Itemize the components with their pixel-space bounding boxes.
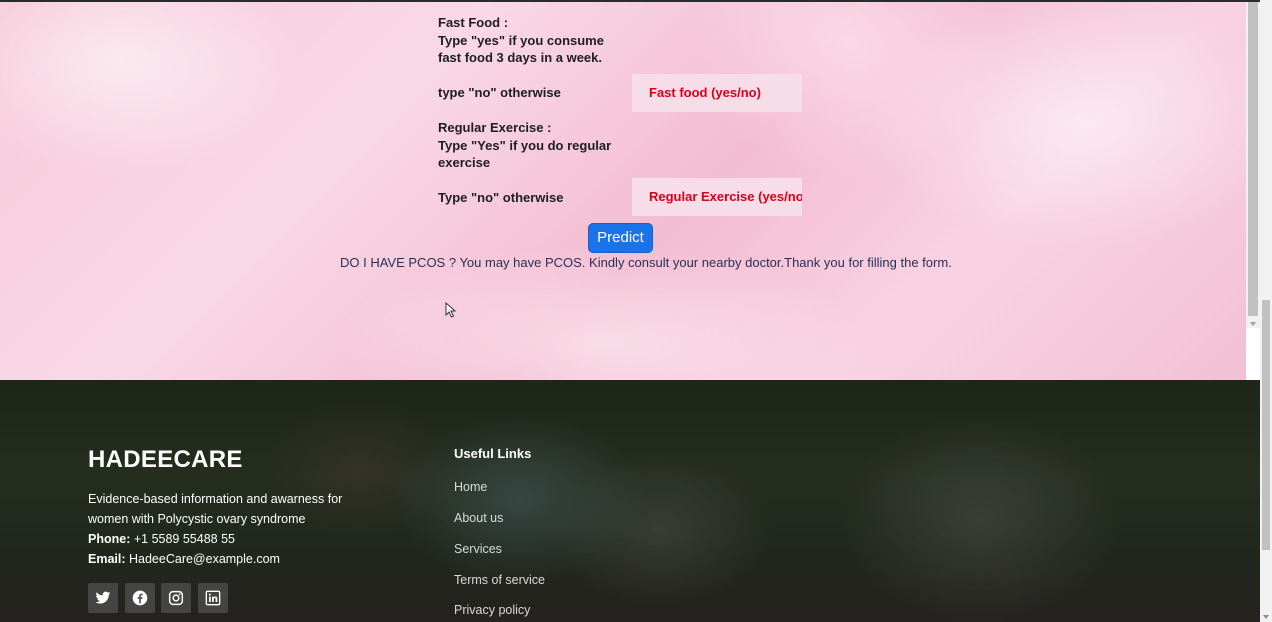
instagram-button[interactable] — [161, 583, 191, 613]
mouse-cursor-icon — [445, 302, 457, 318]
footer-description: Evidence-based information and awarness … — [88, 492, 343, 526]
footer-email: Email: HadeeCare@example.com — [88, 549, 280, 569]
regular-exercise-otherwise-label: Type "no" otherwise — [438, 190, 564, 205]
footer-phone: Phone: +1 5589 55488 55 — [88, 529, 235, 549]
regular-exercise-label: Regular Exercise : Type "Yes" if you do … — [438, 120, 612, 170]
content-scrollbar-thumb[interactable] — [1248, 2, 1258, 316]
email-label: Email: — [88, 552, 126, 566]
facebook-icon — [132, 590, 148, 606]
twitter-icon — [95, 591, 111, 604]
footer-link-home[interactable]: Home — [454, 480, 487, 494]
twitter-button[interactable] — [88, 583, 118, 613]
page-scroll-down-arrow-icon[interactable] — [1263, 615, 1269, 619]
fast-food-otherwise-label: type "no" otherwise — [438, 85, 561, 100]
footer: HADEECARE Evidence-based information and… — [0, 380, 1260, 622]
page-scrollbar[interactable] — [1260, 0, 1272, 622]
page-scrollbar-thumb[interactable] — [1262, 300, 1270, 550]
facebook-button[interactable] — [125, 583, 155, 613]
prediction-result-text: DO I HAVE PCOS ? You may have PCOS. Kind… — [340, 255, 952, 270]
fast-food-label: Fast Food : Type "yes" if you consume fa… — [438, 15, 604, 65]
footer-brand: HADEECARE — [88, 446, 243, 473]
linkedin-button[interactable] — [198, 583, 228, 613]
phone-label: Phone: — [88, 532, 131, 546]
footer-link-services[interactable]: Services — [454, 542, 502, 556]
fast-food-input[interactable]: Fast food (yes/no) — [632, 74, 802, 112]
linkedin-icon — [205, 590, 221, 606]
footer-link-privacy-policy[interactable]: Privacy policy — [454, 603, 530, 617]
email-value: HadeeCare@example.com — [129, 552, 280, 566]
instagram-icon — [168, 590, 184, 606]
phone-value: +1 5589 55488 55 — [133, 532, 235, 546]
footer-link-about-us[interactable]: About us — [454, 511, 503, 525]
useful-links-title: Useful Links — [454, 446, 532, 461]
footer-link-terms-of-service[interactable]: Terms of service — [454, 573, 545, 587]
regular-exercise-input[interactable]: Regular Exercise (yes/no) — [632, 178, 802, 216]
scroll-down-arrow-icon[interactable] — [1250, 322, 1256, 326]
predict-button[interactable]: Predict — [588, 223, 653, 253]
content-scrollbar[interactable] — [1246, 2, 1260, 328]
